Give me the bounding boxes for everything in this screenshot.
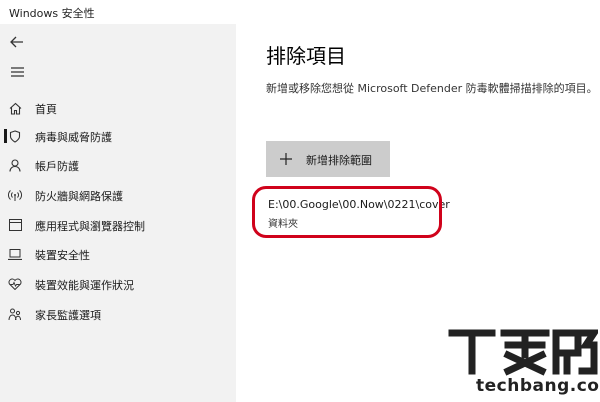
sidebar-item-label: 防火牆與網路保護 [35, 190, 123, 203]
sidebar-item-app-browser-control[interactable]: 應用程式與瀏覽器控制 [0, 211, 236, 239]
add-exclusion-button[interactable]: 新增排除範圍 [266, 141, 390, 177]
sidebar-item-label: 帳戶防護 [35, 160, 79, 173]
sidebar-item-device-health[interactable]: 裝置效能與運作狀況 [0, 270, 236, 298]
sidebar-item-label: 裝置效能與運作狀況 [35, 279, 134, 292]
sidebar-item-label: 應用程式與瀏覽器控制 [35, 220, 145, 233]
sidebar-item-family-options[interactable]: 家長監護選項 [0, 300, 236, 328]
watermark-logo [448, 329, 598, 376]
heart-pulse-icon [8, 277, 22, 291]
back-arrow-icon [10, 36, 23, 48]
window-title: Windows 安全性 [9, 7, 95, 20]
family-icon [8, 307, 22, 321]
shield-icon [8, 129, 22, 143]
active-indicator [4, 129, 7, 143]
back-button[interactable] [6, 32, 28, 52]
sidebar-item-label: 裝置安全性 [35, 249, 90, 262]
add-exclusion-label: 新增排除範圍 [306, 155, 372, 167]
page-title: 排除項目 [266, 44, 346, 68]
sidebar-item-firewall[interactable]: 防火牆與網路保護 [0, 181, 236, 209]
sidebar-item-device-security[interactable]: 裝置安全性 [0, 240, 236, 268]
sidebar-item-label: 首頁 [35, 103, 57, 116]
sidebar: 首頁 病毒與威脅防護 帳戶防護 防火牆與網路保護 應用程式與瀏覽器控制 裝置安全… [0, 24, 236, 402]
page-description: 新增或移除您想從 Microsoft Defender 防毒軟體掃描排除的項目。 [266, 82, 598, 95]
highlight-annotation [252, 186, 442, 238]
menu-button[interactable] [6, 62, 28, 82]
sidebar-item-virus-protection[interactable]: 病毒與威脅防護 [0, 122, 236, 150]
hamburger-menu-icon [10, 67, 24, 77]
person-icon [8, 158, 22, 172]
sidebar-item-account-protection[interactable]: 帳戶防護 [0, 151, 236, 179]
watermark-text: techbang.com [476, 376, 600, 396]
laptop-icon [8, 247, 22, 261]
sidebar-item-label: 病毒與威脅防護 [35, 131, 112, 144]
app-window-icon [8, 218, 22, 232]
home-icon [8, 101, 22, 115]
wifi-antenna-icon [8, 188, 22, 202]
plus-icon [278, 151, 294, 167]
sidebar-item-home[interactable]: 首頁 [0, 94, 236, 122]
sidebar-item-label: 家長監護選項 [35, 309, 101, 322]
title-bar: Windows 安全性 [0, 0, 600, 24]
